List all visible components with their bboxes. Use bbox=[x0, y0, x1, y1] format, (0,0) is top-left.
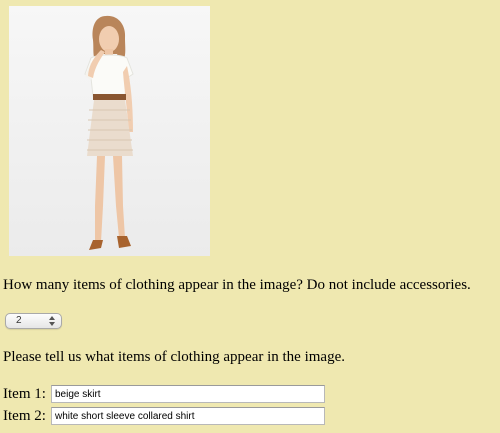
item-row-1: Item 1: bbox=[3, 384, 325, 404]
item-2-label: Item 2: bbox=[3, 407, 46, 424]
clothing-count-select[interactable]: 2 bbox=[5, 313, 62, 329]
item-row-2: Item 2: bbox=[3, 406, 325, 426]
clothing-items-question: Please tell us what items of clothing ap… bbox=[3, 349, 345, 365]
clothing-count-question: How many items of clothing appear in the… bbox=[3, 277, 471, 293]
item-1-label: Item 1: bbox=[3, 385, 46, 402]
up-down-arrows-icon bbox=[49, 316, 55, 326]
model-figure bbox=[9, 6, 210, 256]
product-photo bbox=[9, 6, 210, 256]
item-2-input[interactable] bbox=[51, 407, 325, 425]
clothing-count-value: 2 bbox=[16, 315, 22, 326]
item-1-input[interactable] bbox=[51, 385, 325, 403]
